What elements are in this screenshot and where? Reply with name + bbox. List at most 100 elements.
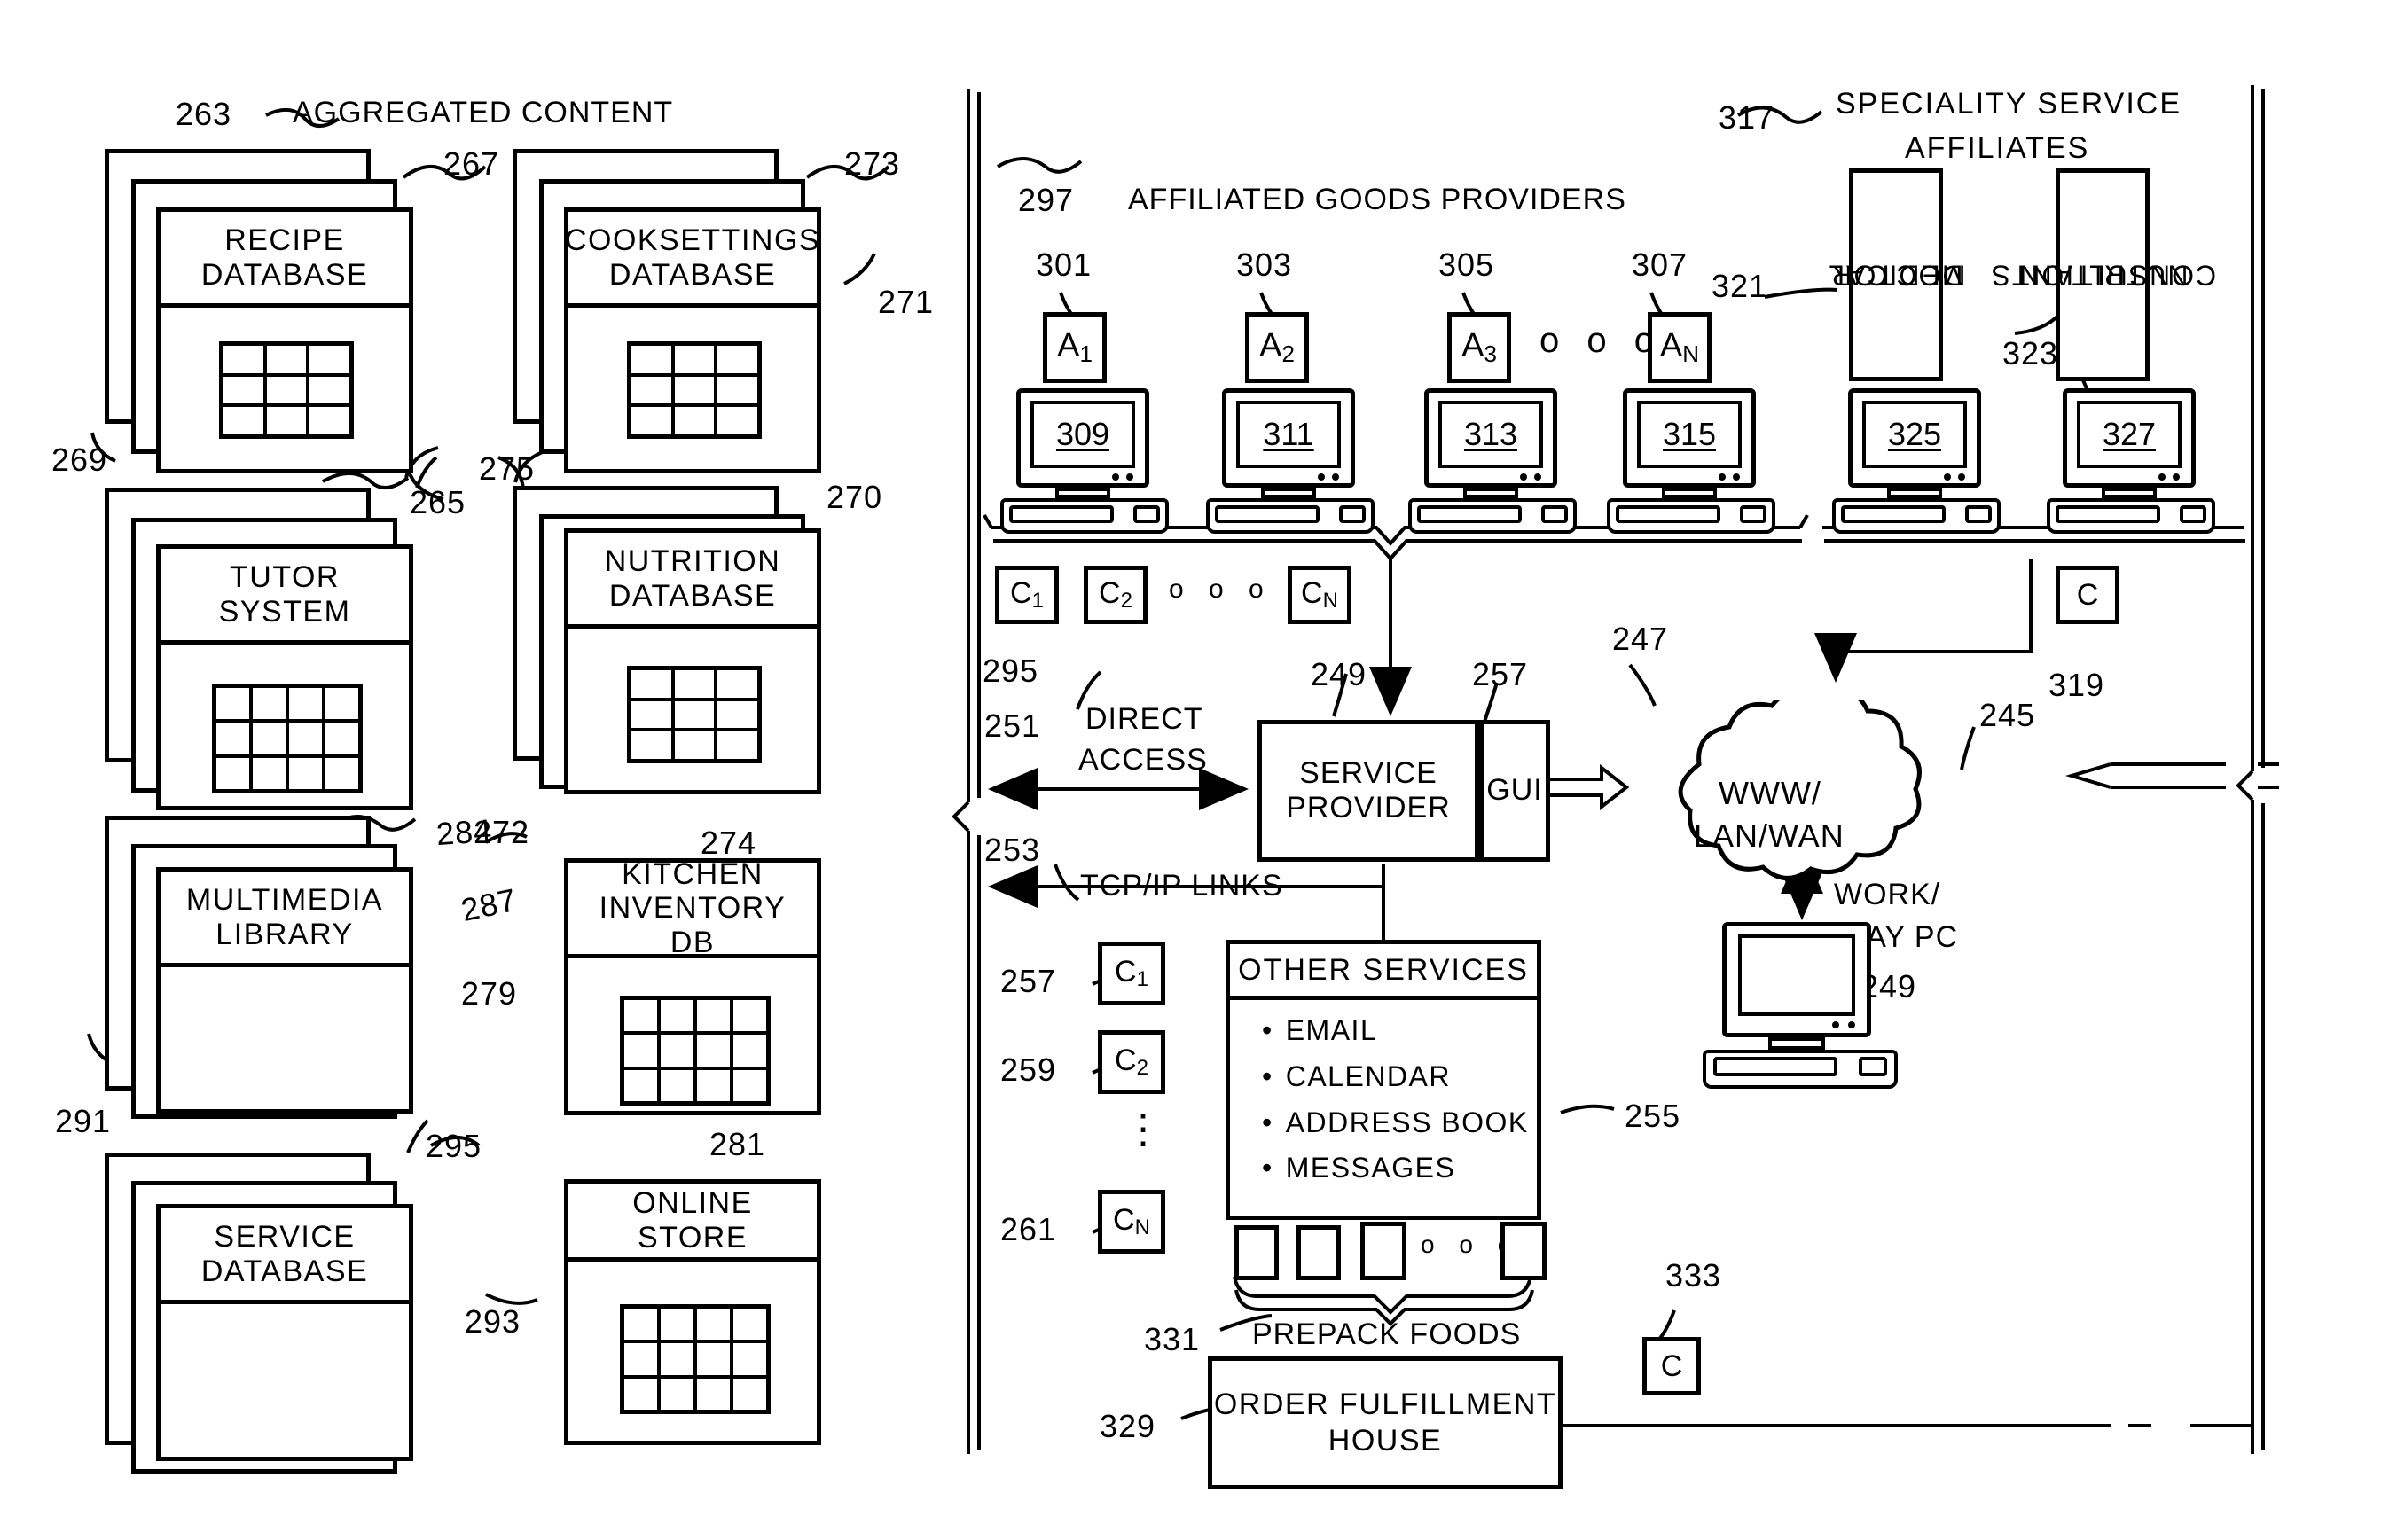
ref-label-255: 255 — [1625, 1098, 1681, 1134]
agent-box-a3[interactable]: A3 — [1447, 312, 1511, 383]
computer-311-screen: 311 — [1236, 401, 1341, 468]
medical-doctor-label-2: DOCTOR — [1829, 259, 1963, 292]
tutor-system-title: TUTOR SYSTEM — [161, 549, 409, 645]
client-row-ellipsis: o o o — [1169, 575, 1273, 604]
agent-a1-sub: 1 — [1079, 340, 1093, 367]
order-fulfillment-label-1: ORDER FULFILLMENT — [1213, 1388, 1557, 1422]
other-services-item-email[interactable]: EMAIL — [1262, 1008, 1537, 1054]
computer-313[interactable]: 313 — [1408, 388, 1577, 534]
client-box-c2-side[interactable]: C2 — [1098, 1030, 1165, 1094]
cloud-label-2: LAN/WAN — [1694, 817, 1845, 854]
ref-label-259-c2: 259 — [1000, 1051, 1057, 1088]
other-services-box[interactable]: OTHER SERVICES EMAIL CALENDAR ADDRESS BO… — [1226, 940, 1541, 1220]
ref-label-257-c1: 257 — [1000, 963, 1057, 999]
client-box-c1-top[interactable]: C1 — [995, 566, 1059, 624]
tutor-system-grid — [212, 684, 363, 793]
other-services-header-label: OTHER SERVICES — [1238, 952, 1529, 987]
client-box-cn-side[interactable]: CN — [1098, 1190, 1165, 1254]
ref-label-271: 271 — [878, 284, 935, 320]
servicedb-title-2: DATABASE — [200, 1254, 369, 1288]
cloud-label-1: WWW/ — [1719, 775, 1821, 811]
online-store-card: ONLINE STORE — [564, 1179, 821, 1445]
ref-label-275: 275 — [479, 450, 536, 487]
other-services-item-messages[interactable]: MESSAGES — [1262, 1145, 1537, 1192]
prepack-package-3 — [1360, 1222, 1406, 1280]
computer-325[interactable]: 325 — [1832, 388, 2001, 534]
ref-label-307: 307 — [1632, 246, 1688, 283]
prepack-package-1 — [1234, 1225, 1279, 1280]
agent-a2-sub: 2 — [1281, 340, 1295, 367]
other-services-item-address-book[interactable]: ADDRESS BOOK — [1262, 1100, 1537, 1146]
client-box-cn-top[interactable]: CN — [1288, 566, 1351, 624]
nutrition-title-2: DATABASE — [608, 578, 777, 613]
computer-311[interactable]: 311 — [1206, 388, 1375, 534]
ref-label-329: 329 — [1100, 1408, 1156, 1444]
agent-box-a1[interactable]: A1 — [1043, 312, 1107, 383]
computer-327[interactable]: 327 — [2047, 388, 2215, 534]
other-services-item-calendar[interactable]: CALENDAR — [1262, 1054, 1537, 1100]
ref-label-291: 291 — [55, 1103, 112, 1139]
client-c1-side-label: C — [1115, 955, 1137, 989]
order-client-box[interactable]: C — [1642, 1337, 1701, 1395]
service-provider-label-2: PROVIDER — [1286, 791, 1451, 825]
service-provider-box[interactable]: SERVICE PROVIDER — [1257, 720, 1479, 862]
nutrition-database-card: NUTRITION DATABASE — [564, 528, 821, 794]
order-fulfillment-house-box[interactable]: ORDER FULFILLMENT HOUSE — [1208, 1356, 1563, 1489]
ref-label-279: 279 — [461, 975, 518, 1012]
client-c1-top-label: C — [1010, 576, 1032, 610]
ref-label-273: 273 — [844, 145, 901, 182]
agent-a3-sub: 3 — [1484, 340, 1497, 367]
ref-label-331: 331 — [1144, 1321, 1201, 1357]
ref-label-321: 321 — [1712, 268, 1768, 304]
ref-label-267: 267 — [443, 145, 500, 182]
kitchen-title-2: INVENTORY DB — [599, 891, 787, 959]
multimedia-library-title: MULTIMEDIA LIBRARY — [161, 872, 409, 967]
agent-an-label: A — [1659, 327, 1683, 364]
agent-ellipsis: o o o — [1539, 321, 1663, 360]
client-cn-top-sub: N — [1322, 589, 1338, 613]
ref-label-251: 251 — [984, 707, 1041, 744]
direct-access-label-1: DIRECT — [1085, 702, 1203, 736]
medical-doctor-box[interactable]: MEDICAL DOCTOR — [1827, 168, 1965, 381]
ref-label-265: 265 — [410, 484, 466, 520]
computer-315[interactable]: 315 — [1607, 388, 1775, 534]
gui-box[interactable]: GUI — [1479, 720, 1550, 862]
agent-box-an[interactable]: AN — [1648, 312, 1712, 383]
online-store-grid — [620, 1304, 771, 1414]
agent-box-a2[interactable]: A2 — [1245, 312, 1309, 383]
order-client-label: C — [1660, 1348, 1683, 1383]
kitchen-title-1: KITCHEN — [622, 857, 764, 892]
work-away-label-1: WORK/ — [1834, 878, 1941, 911]
computer-313-screen: 313 — [1438, 401, 1543, 468]
computer-315-screen: 315 — [1637, 401, 1742, 468]
side-clients-vdots: ⋮ — [1123, 1106, 1164, 1152]
client-box-c1-side[interactable]: C1 — [1098, 942, 1165, 1005]
ref-label-245: 245 — [1979, 697, 2036, 733]
ref-label-317: 317 — [1719, 99, 1775, 136]
servicedb-title-1: SERVICE — [214, 1220, 356, 1255]
work-away-computer[interactable] — [1703, 922, 1898, 1089]
ref-label-263: 263 — [176, 96, 232, 132]
tutor-title-1: TUTOR SYSTEM — [218, 560, 351, 629]
client-cn-top-label: C — [1301, 576, 1323, 610]
nutrition-consultants-box[interactable]: NUTRITION CONSULTANTS — [1989, 168, 2216, 381]
recipe-database-card: RECIPE DATABASE — [156, 207, 413, 473]
computer-309-screen: 309 — [1030, 401, 1135, 468]
ref-label-303: 303 — [1236, 246, 1293, 283]
recipe-title-2: DATABASE — [200, 257, 369, 292]
recipe-title-1: RECIPE — [224, 223, 345, 258]
nutrition-database-grid — [627, 666, 762, 763]
tutor-system-card: TUTOR SYSTEM — [156, 544, 413, 810]
computer-309[interactable]: 309 — [1000, 388, 1169, 534]
onlinestore-title-1: ONLINE STORE — [632, 1186, 753, 1255]
other-services-list: EMAIL CALENDAR ADDRESS BOOK MESSAGES — [1230, 996, 1537, 1192]
client-box-c2-top[interactable]: C2 — [1084, 566, 1148, 624]
recipe-database-grid — [219, 341, 354, 439]
ref-label-269: 269 — [51, 442, 108, 478]
cooksettings-database-grid — [627, 341, 762, 439]
computer-327-screen: 327 — [2077, 401, 2182, 468]
ref-label-297: 297 — [1018, 182, 1075, 218]
client-box-c-right[interactable]: C — [2056, 566, 2119, 624]
ref-label-261-cn: 261 — [1000, 1211, 1057, 1247]
client-c2-top-sub: 2 — [1120, 589, 1132, 613]
